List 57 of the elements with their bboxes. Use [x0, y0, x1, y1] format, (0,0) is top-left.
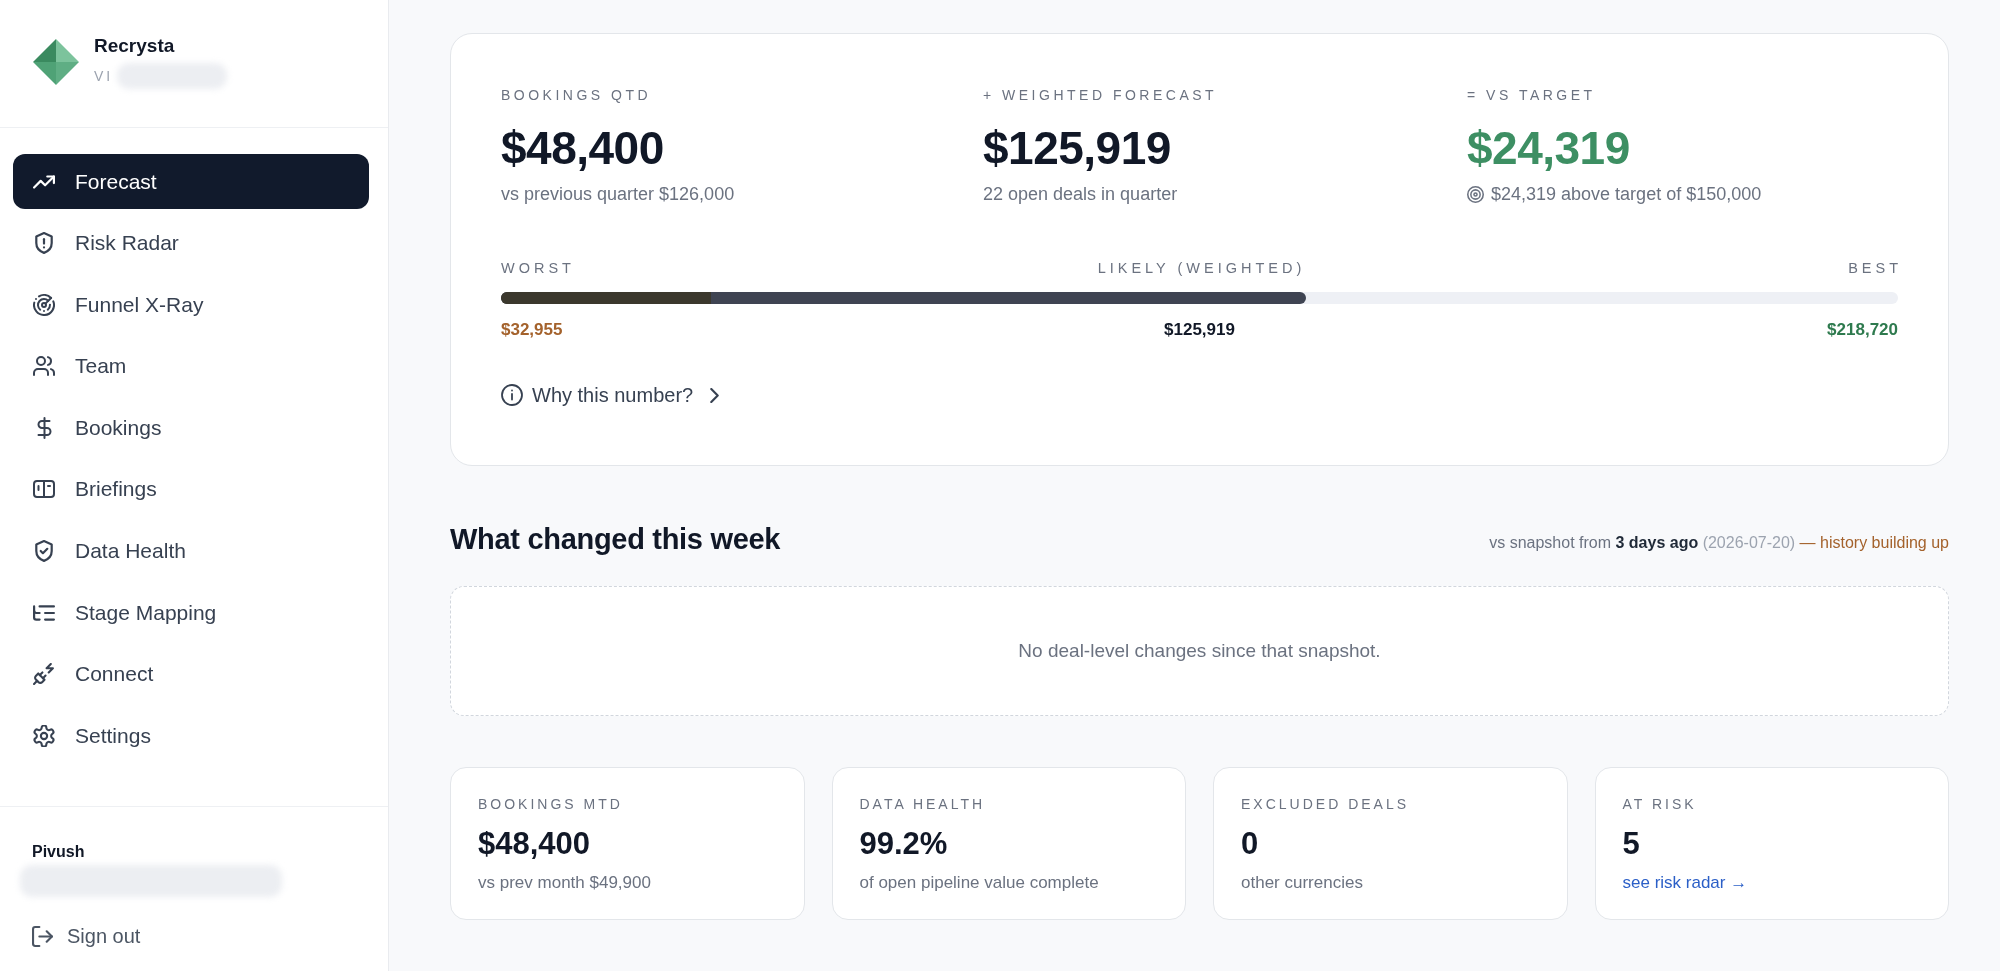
kpi-note: vs prev month $49,900	[478, 872, 651, 894]
kpi-value: 0	[1241, 826, 1260, 862]
kpi-note: of open pipeline value complete	[859, 872, 1099, 894]
range-label: LIKELY (WEIGHTED)	[1097, 259, 1306, 277]
range-value: $32,955	[501, 319, 563, 341]
info-icon	[501, 384, 523, 406]
stat-label: = VS TARGET	[1467, 86, 1597, 104]
kpi-value: $48,400	[478, 826, 592, 862]
kpi-value: 99.2%	[859, 826, 949, 862]
stat-value: $125,919	[983, 121, 1172, 175]
kpi-label: BOOKINGS MTD	[478, 796, 624, 813]
stat-note: $24,319 above target of $150,000	[1491, 183, 1762, 206]
nav-item[interactable]: Risk Radar	[13, 215, 369, 271]
brand-subtitle: VI	[94, 66, 114, 85]
shield-alert-icon	[33, 232, 55, 255]
nav-item[interactable]: Settings	[13, 708, 369, 764]
kpi-label: AT RISK	[1622, 796, 1698, 813]
diamond-logo-icon	[33, 38, 79, 85]
kpi-label: DATA HEALTH	[859, 796, 987, 813]
stat-note: 22 open deals in quarter	[983, 183, 1178, 206]
user-name: Pivush	[32, 842, 86, 862]
nav-item[interactable]: Connect	[13, 646, 369, 702]
settings-icon	[33, 724, 55, 747]
nav-item[interactable]: Briefings	[13, 461, 369, 517]
chevron-right-icon	[710, 387, 720, 403]
range-value: $218,720	[1827, 319, 1898, 341]
nav-item[interactable]: Bookings	[13, 400, 369, 456]
target-icon	[1467, 185, 1484, 203]
range-value: $125,919	[1164, 319, 1235, 341]
radar-icon	[33, 293, 55, 316]
risk-radar-link[interactable]: see risk radar →	[1622, 872, 1748, 894]
nav-item[interactable]: Funnel X-Ray	[13, 277, 369, 333]
shield-check-icon	[33, 540, 55, 563]
why-link[interactable]: Why this number?	[501, 382, 720, 408]
stat-value: $48,400	[501, 121, 665, 175]
section-title: What changed this week	[450, 523, 781, 555]
empty-message: No deal-level changes since that snapshot.	[1018, 639, 1381, 663]
users-icon	[33, 355, 55, 378]
sign-out-link[interactable]: Sign out	[32, 924, 141, 948]
nav-item[interactable]: Stage Mapping	[13, 585, 369, 641]
nav-item[interactable]: Team	[13, 338, 369, 394]
nav-item[interactable]: Forecast	[13, 154, 369, 209]
snapshot-note: vs snapshot from 3 days ago (2026-07-20) — history building up	[1489, 533, 1949, 553]
stat-note: vs previous quarter $126,000	[501, 183, 735, 206]
brand-name: Recrysta	[94, 34, 176, 57]
split-card-icon	[33, 478, 55, 501]
nav-item[interactable]: Data Health	[13, 523, 369, 579]
stat-value: $24,319	[1467, 121, 1631, 175]
kpi-value: 5	[1622, 826, 1641, 862]
stat-label: BOOKINGS QTD	[501, 86, 653, 104]
kpi-label: EXCLUDED DEALS	[1241, 796, 1411, 813]
range-label: WORST	[501, 259, 575, 277]
sign-out-icon	[32, 925, 53, 947]
kpi-note: other currencies	[1241, 872, 1363, 894]
plug-icon	[33, 663, 55, 686]
range-label: BEST	[1848, 259, 1902, 277]
stat-label: + WEIGHTED FORECAST	[983, 86, 1219, 104]
